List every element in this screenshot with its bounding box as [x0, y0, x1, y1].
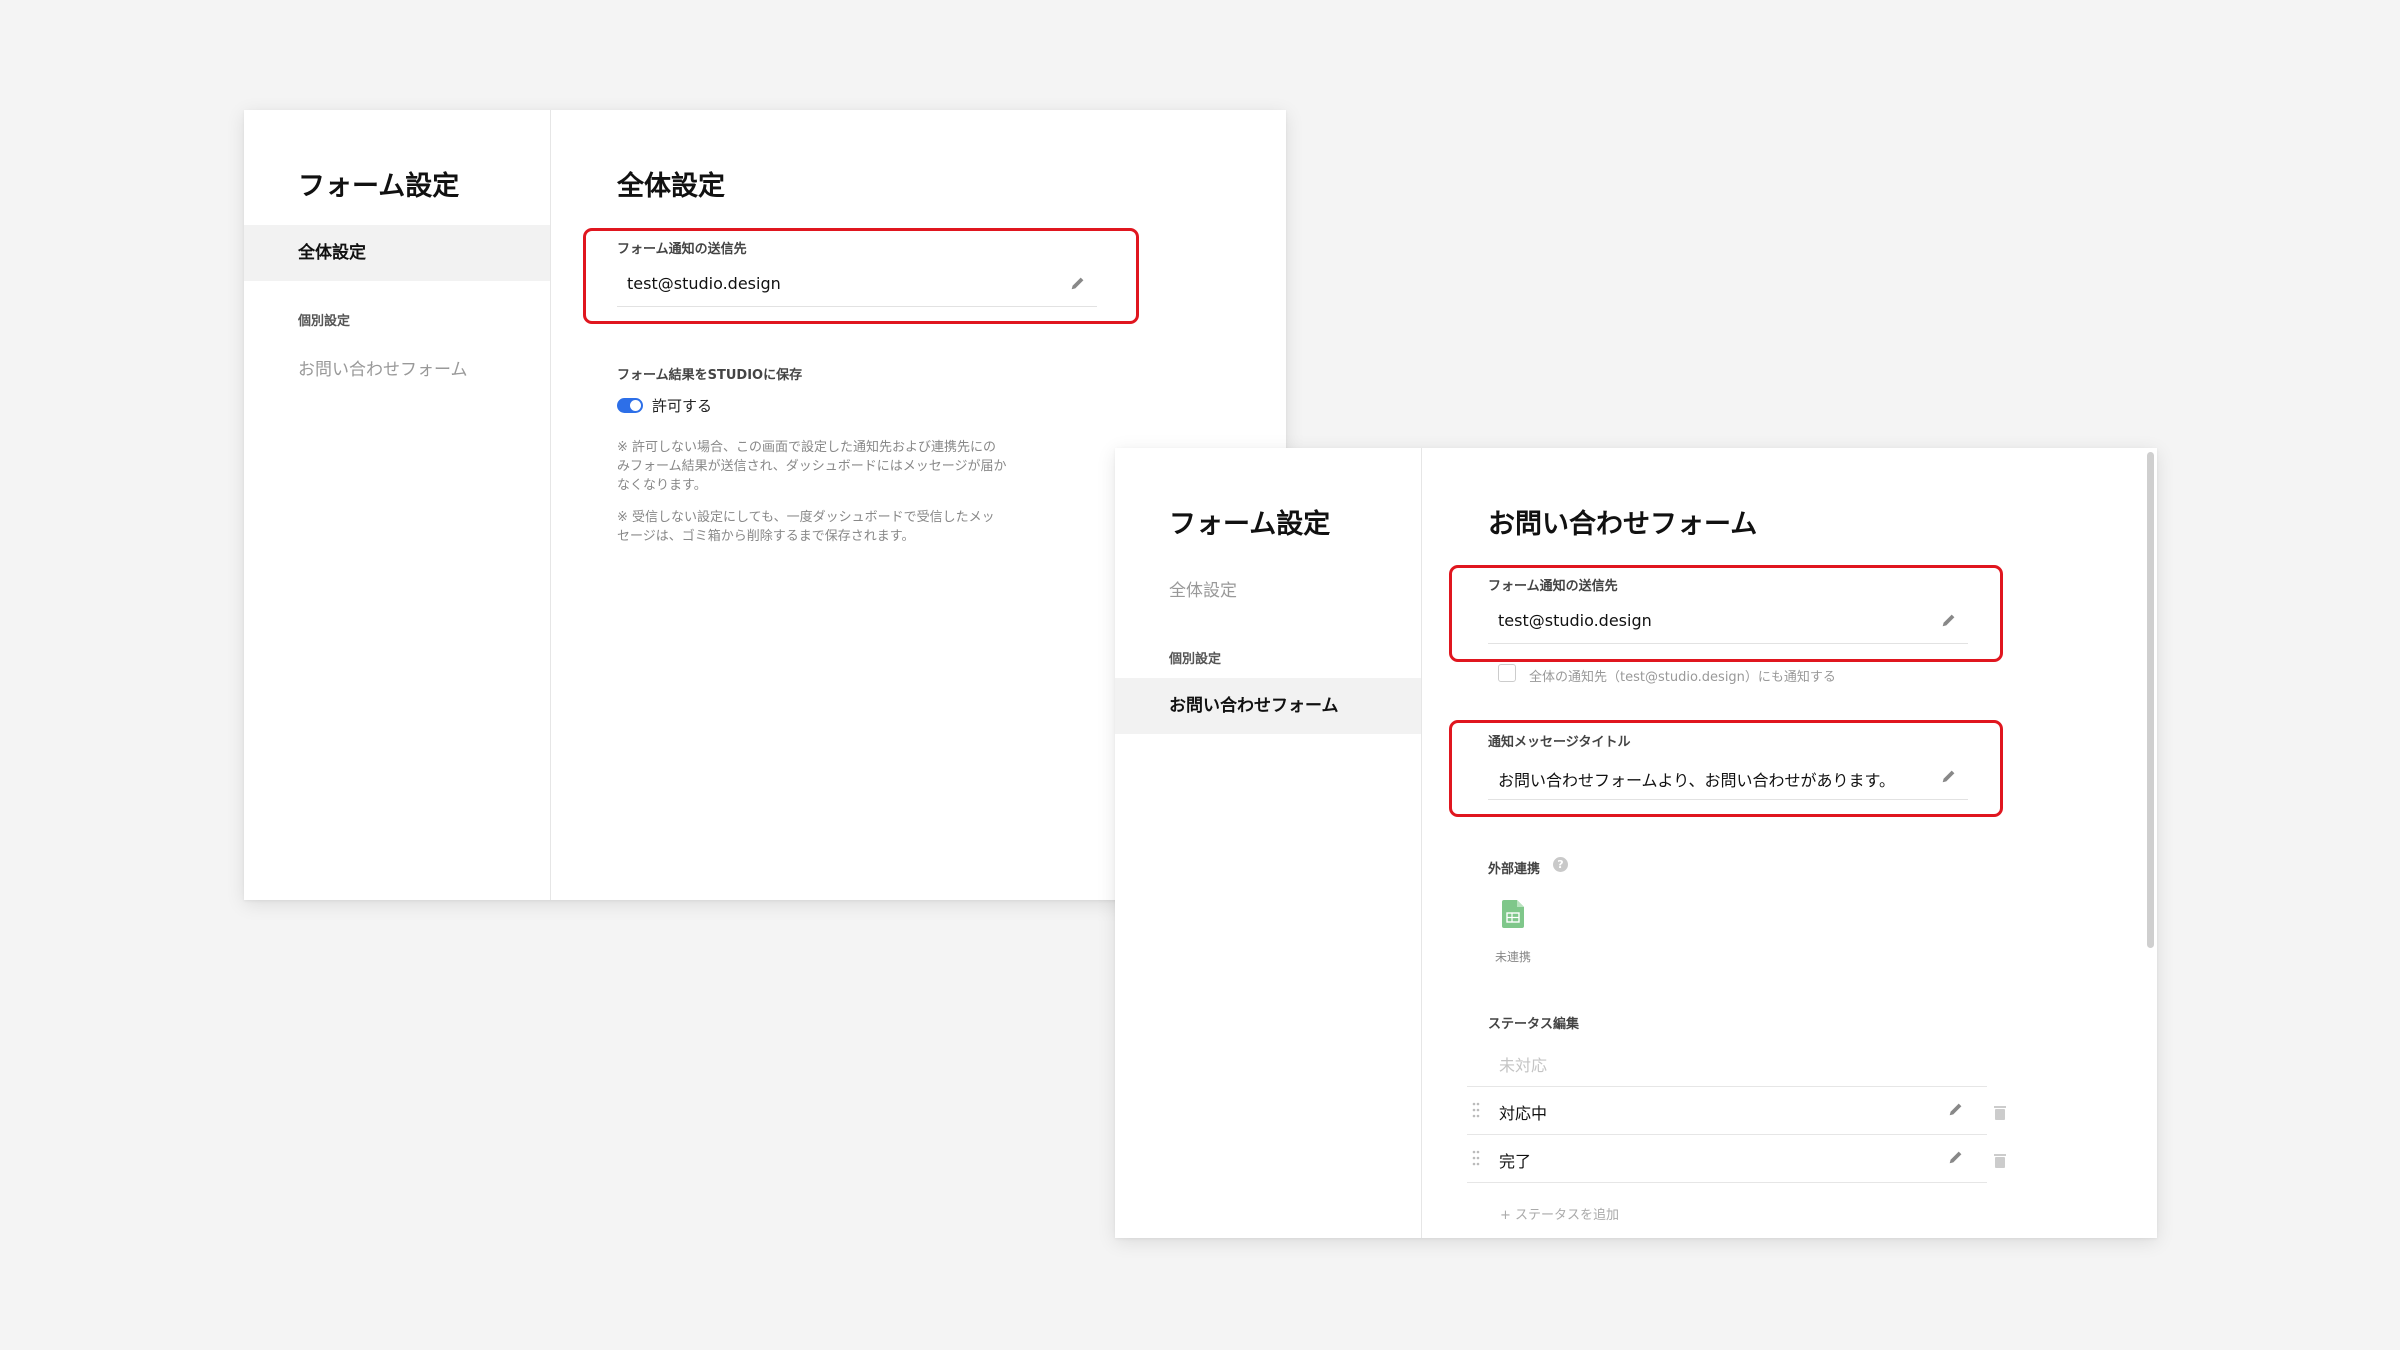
status-text: 対応中 — [1499, 1104, 1548, 1123]
sidebar-title: フォーム設定 — [1169, 509, 1331, 540]
status-row: 未対応 — [1467, 1038, 1987, 1087]
drag-handle-icon[interactable] — [1471, 1149, 1481, 1167]
status-edit-label: ステータス編集 — [1488, 1017, 1580, 1032]
note-2-line: ※ 受信しない設定にしても、一度ダッシュボードで受信したメッ — [617, 510, 995, 525]
also-notify-label: 全体の通知先（test@studio.design）にも通知する — [1529, 670, 1836, 685]
page-title: お問い合わせフォーム — [1488, 509, 1758, 540]
highlight-box — [583, 228, 1139, 324]
toggle-label: 許可する — [652, 397, 713, 415]
also-notify-checkbox[interactable] — [1498, 664, 1516, 682]
pencil-icon[interactable] — [1947, 1100, 1965, 1118]
sidebar-item-contact-form[interactable]: お問い合わせフォーム — [1115, 678, 1421, 734]
help-icon[interactable]: ? — [1553, 857, 1568, 872]
note-1-line: みフォーム結果が送信され、ダッシュボードにはメッセージが届か — [617, 459, 1007, 474]
sidebar-item-general[interactable]: 全体設定 — [244, 225, 550, 281]
note-1-line: なくなります。 — [617, 478, 707, 493]
sidebar-group-individual: 個別設定 — [1169, 652, 1222, 667]
scrollbar[interactable] — [2147, 452, 2154, 948]
status-row[interactable]: 完了 — [1467, 1134, 1987, 1183]
highlight-box — [1449, 565, 2003, 662]
note-2-line: セージは、ゴミ箱から削除するまで保存されます。 — [617, 529, 915, 544]
status-text: 完了 — [1499, 1152, 1532, 1171]
trash-icon[interactable] — [1992, 1151, 2008, 1169]
page-title: 全体設定 — [617, 171, 725, 202]
sidebar: フォーム設定 全体設定 個別設定 お問い合わせフォーム — [1115, 448, 1422, 1238]
spreadsheet-icon[interactable] — [1502, 900, 1524, 928]
save-results-toggle[interactable] — [617, 398, 643, 413]
integration-status: 未連携 — [1495, 950, 1532, 964]
drag-handle-icon[interactable] — [1471, 1101, 1481, 1119]
note-2: ※ 受信しない設定にしても、一度ダッシュボードで受信したメッ セージは、ゴミ箱か… — [617, 508, 995, 546]
note-1-line: ※ 許可しない場合、この画面で設定した通知先および連携先にの — [617, 440, 997, 455]
highlight-box — [1449, 720, 2003, 817]
sidebar-item-contact-form[interactable]: お問い合わせフォーム — [244, 342, 550, 398]
form-settings-window-contact: フォーム設定 全体設定 個別設定 お問い合わせフォーム お問い合わせフォーム フ… — [1115, 448, 2157, 1238]
add-status-button[interactable]: + ステータスを追加 — [1500, 1204, 1619, 1223]
sidebar-title: フォーム設定 — [298, 171, 460, 202]
sidebar-item-general[interactable]: 全体設定 — [1115, 563, 1421, 619]
sidebar-group-individual: 個別設定 — [298, 314, 351, 329]
trash-icon[interactable] — [1992, 1103, 2008, 1121]
status-row[interactable]: 対応中 — [1467, 1086, 1987, 1135]
sidebar: フォーム設定 全体設定 個別設定 お問い合わせフォーム — [244, 110, 551, 900]
pencil-icon[interactable] — [1947, 1148, 1965, 1166]
external-integration-label: 外部連携 — [1488, 862, 1541, 877]
note-1: ※ 許可しない場合、この画面で設定した通知先および連携先にの みフォーム結果が送… — [617, 438, 1006, 495]
status-text: 未対応 — [1499, 1056, 1548, 1075]
save-results-label: フォーム結果をSTUDIOに保存 — [617, 368, 803, 383]
